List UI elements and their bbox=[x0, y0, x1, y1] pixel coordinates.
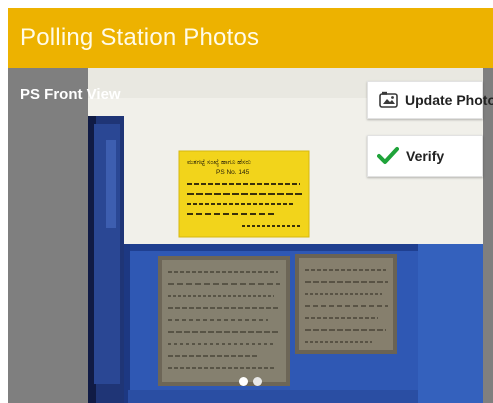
slide-indicator bbox=[237, 377, 269, 389]
status-strip bbox=[0, 0, 493, 8]
svg-text:ಮತಗಟ್ಟೆ ಸಂಖ್ಯೆ ಹಾಗೂ ಹೆಸರು: ಮತಗಟ್ಟೆ ಸಂಖ್ಯೆ ಹಾಗೂ ಹೆಸರು bbox=[187, 159, 251, 167]
update-photo-button[interactable]: Update Photo bbox=[367, 81, 493, 119]
photo-section-label: PS Front View bbox=[20, 86, 121, 103]
app-bar: Polling Station Photos bbox=[8, 8, 493, 68]
app-screen: Polling Station Photos ಮತಗಟ್ಟೆ ಸಂಖ್ಯೆ ಹಾ… bbox=[0, 0, 493, 403]
page-title: Polling Station Photos bbox=[20, 24, 260, 51]
photo-viewer: ಮತಗಟ್ಟೆ ಸಂಖ್ಯೆ ಹಾಗೂ ಹೆಸರು PS No. 145 PS … bbox=[8, 68, 493, 403]
verify-button[interactable]: Verify bbox=[367, 135, 483, 177]
slide-dot-active[interactable] bbox=[239, 377, 248, 386]
update-photo-label: Update Photo bbox=[405, 92, 493, 108]
verify-label: Verify bbox=[406, 148, 445, 164]
sign-number: PS No. 145 bbox=[216, 169, 250, 176]
slide-dot[interactable] bbox=[253, 377, 262, 386]
photo-camera-icon bbox=[379, 91, 399, 109]
check-icon bbox=[377, 146, 399, 166]
